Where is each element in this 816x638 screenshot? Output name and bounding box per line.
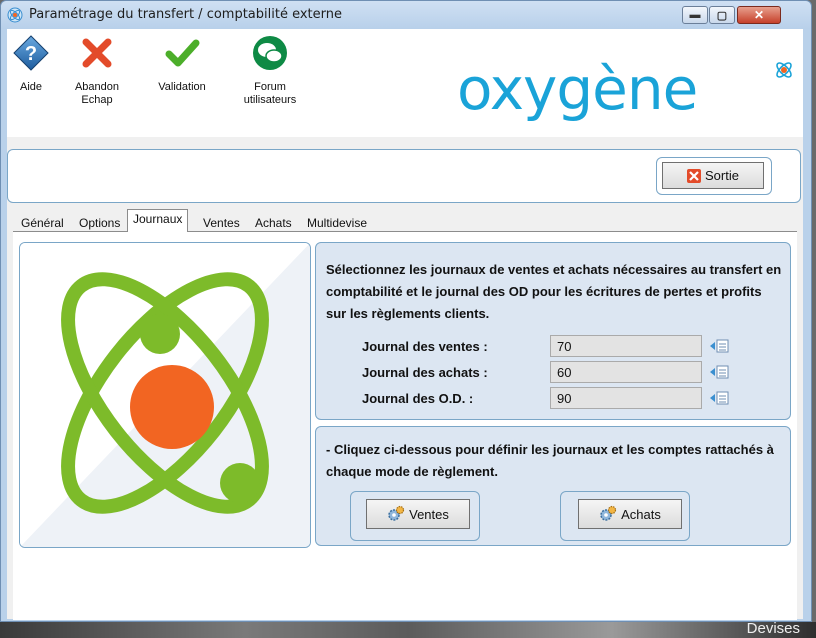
od-journal-row: Journal des O.D. : 90: [362, 387, 782, 409]
svg-text:?: ?: [25, 43, 37, 65]
tab-general[interactable]: Général: [15, 213, 70, 231]
tab-ventes[interactable]: Ventes: [197, 213, 246, 231]
help-icon: ?: [13, 35, 49, 71]
tab-content-journaux: Sélectionnez les journaux de ventes et a…: [13, 231, 797, 620]
gears-icon: [388, 505, 405, 521]
purchases-journal-field[interactable]: 60: [550, 361, 702, 383]
od-journal-label: Journal des O.D. :: [362, 391, 474, 406]
main-window: Paramétrage du transfert / comptabilité …: [0, 0, 812, 622]
exit-label: Sortie: [705, 168, 739, 183]
exit-icon: [687, 168, 702, 183]
validate-button[interactable]: Validation: [151, 35, 213, 94]
validate-label: Validation: [158, 81, 206, 93]
payment-modes-panel: - Cliquez ci-dessous pour définir les jo…: [315, 426, 791, 546]
cancel-button[interactable]: Abandon Echap: [69, 35, 125, 107]
gears-icon: [600, 505, 617, 521]
close-icon: ✕: [753, 8, 765, 22]
sales-journal-field[interactable]: 70: [550, 335, 702, 357]
payment-modes-description: - Cliquez ci-dessous pour définir les jo…: [326, 442, 774, 479]
od-journal-picker-icon[interactable]: [710, 391, 730, 405]
illustration-panel: [19, 242, 311, 548]
cancel-label: Abandon Echap: [74, 81, 120, 106]
journals-description: Sélectionnez les journaux de ventes et a…: [326, 262, 782, 321]
sales-journal-label: Journal des ventes :: [362, 339, 488, 354]
title-bar[interactable]: Paramétrage du transfert / comptabilité …: [1, 1, 811, 29]
sales-journal-row: Journal des ventes : 70: [362, 335, 782, 357]
sales-modes-button[interactable]: Ventes: [366, 499, 470, 529]
tab-achats[interactable]: Achats: [249, 213, 298, 231]
help-label: Aide: [19, 81, 43, 93]
toolbar: ? Aide Abandon Echap Validation Forum ut…: [7, 29, 803, 137]
window-client-area: ? Aide Abandon Echap Validation Forum ut…: [7, 29, 803, 620]
app-atom-icon: [7, 7, 23, 23]
journals-panel: Sélectionnez les journaux de ventes et a…: [315, 242, 791, 420]
brand-atom-icon: [776, 62, 792, 78]
sales-modes-label: Ventes: [409, 506, 449, 522]
top-panel: Sortie: [7, 149, 801, 203]
help-button[interactable]: ? Aide: [9, 35, 53, 94]
close-button[interactable]: ✕: [737, 6, 781, 24]
forum-icon: [253, 36, 287, 70]
purchases-journal-label: Journal des achats :: [362, 365, 488, 380]
purchases-journal-row: Journal des achats : 60: [362, 361, 782, 383]
atom-illustration: [20, 243, 310, 547]
tab-multidevise[interactable]: Multidevise: [301, 213, 373, 231]
forum-button[interactable]: Forum utilisateurs: [235, 35, 305, 107]
sales-journal-picker-icon[interactable]: [710, 339, 730, 353]
od-journal-field[interactable]: 90: [550, 387, 702, 409]
forum-label: Forum utilisateurs: [243, 81, 297, 106]
maximize-icon: ▢: [716, 9, 728, 22]
purchases-journal-picker-icon[interactable]: [710, 365, 730, 379]
window-title: Paramétrage du transfert / comptabilité …: [29, 7, 342, 22]
cancel-icon: [82, 38, 112, 68]
minimize-button[interactable]: ▬: [682, 6, 708, 24]
tab-journaux[interactable]: Journaux: [127, 209, 189, 232]
desktop-background: Devises: [0, 620, 816, 638]
tab-options[interactable]: Options: [73, 213, 126, 231]
minimize-icon: ▬: [689, 9, 701, 21]
brand-logo: oxygène: [457, 55, 698, 123]
maximize-button[interactable]: ▢: [709, 6, 735, 24]
taskbar-fragment-text: Devises: [746, 620, 800, 637]
exit-button[interactable]: Sortie: [662, 162, 764, 189]
purchases-modes-button[interactable]: Achats: [578, 499, 682, 529]
purchases-modes-label: Achats: [621, 506, 661, 522]
checkmark-icon: [165, 39, 200, 67]
